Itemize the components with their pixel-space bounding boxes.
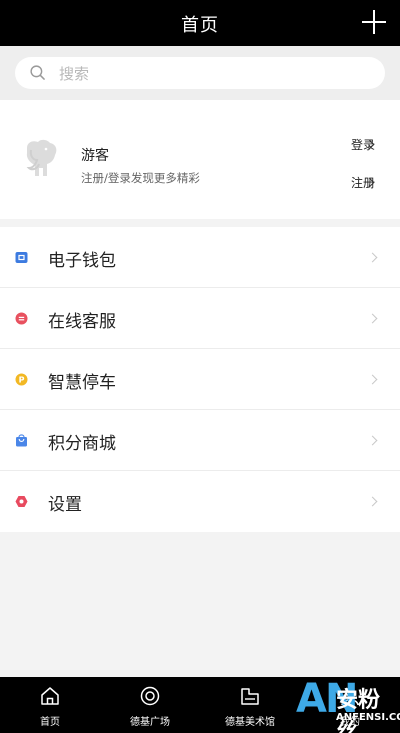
- elephant-avatar-icon[interactable]: [21, 138, 61, 182]
- tab-gallery[interactable]: 德基美术馆: [200, 677, 300, 733]
- tab-home[interactable]: 首页: [0, 677, 100, 733]
- chevron-right-icon: [367, 496, 378, 507]
- tab-label: 首页: [40, 717, 60, 728]
- tab-label: 德基广场: [130, 717, 170, 728]
- shopping-bag-icon: [16, 434, 27, 447]
- settings-icon: [15, 496, 28, 507]
- chevron-right-icon: [367, 252, 378, 263]
- menu-item-label: 积分商城: [48, 434, 116, 454]
- gallery-icon: [241, 688, 259, 705]
- svg-text:P: P: [19, 376, 25, 385]
- watermark-logo: AN 安粉丝 ANFENSI.COM: [296, 676, 400, 733]
- menu-item-points-mall[interactable]: 积分商城: [0, 410, 400, 471]
- profile-card: 游客 注册/登录发现更多精彩 登录 注册: [0, 100, 400, 219]
- menu-item-support[interactable]: 在线客服: [0, 288, 400, 349]
- search-placeholder: 搜索: [59, 65, 90, 83]
- home-icon: [41, 687, 59, 705]
- chevron-right-icon: [367, 435, 378, 446]
- chevron-right-icon: [367, 313, 378, 324]
- watermark-url: ANFENSI.COM: [336, 712, 400, 723]
- parking-icon: P: [15, 373, 28, 386]
- menu-item-label: 在线客服: [48, 312, 116, 332]
- tab-plaza[interactable]: 德基广场: [100, 677, 200, 733]
- page-title: 首页: [181, 15, 219, 36]
- menu-list: 电子钱包 在线客服 P 智慧停车 积分商城 设置: [0, 227, 400, 532]
- chat-icon: [15, 312, 28, 325]
- tab-label: 德基美术馆: [225, 717, 275, 728]
- search-input[interactable]: 搜索: [15, 57, 385, 89]
- chevron-right-icon: [367, 374, 378, 385]
- menu-item-settings[interactable]: 设置: [0, 471, 400, 532]
- menu-item-label: 智慧停车: [48, 373, 116, 393]
- search-area: 搜索: [0, 46, 400, 100]
- login-hint: 注册/登录发现更多精彩: [81, 171, 200, 185]
- plus-icon[interactable]: [362, 10, 386, 34]
- wallet-icon: [15, 252, 28, 263]
- top-bar: 首页: [0, 0, 400, 46]
- menu-item-label: 电子钱包: [48, 251, 116, 271]
- search-icon: [30, 65, 45, 80]
- menu-item-label: 设置: [48, 495, 82, 515]
- watermark-cn: 安粉丝: [336, 688, 381, 733]
- target-icon: [140, 686, 160, 706]
- username: 游客: [81, 148, 109, 164]
- menu-item-parking[interactable]: P 智慧停车: [0, 349, 400, 410]
- menu-item-wallet[interactable]: 电子钱包: [0, 227, 400, 288]
